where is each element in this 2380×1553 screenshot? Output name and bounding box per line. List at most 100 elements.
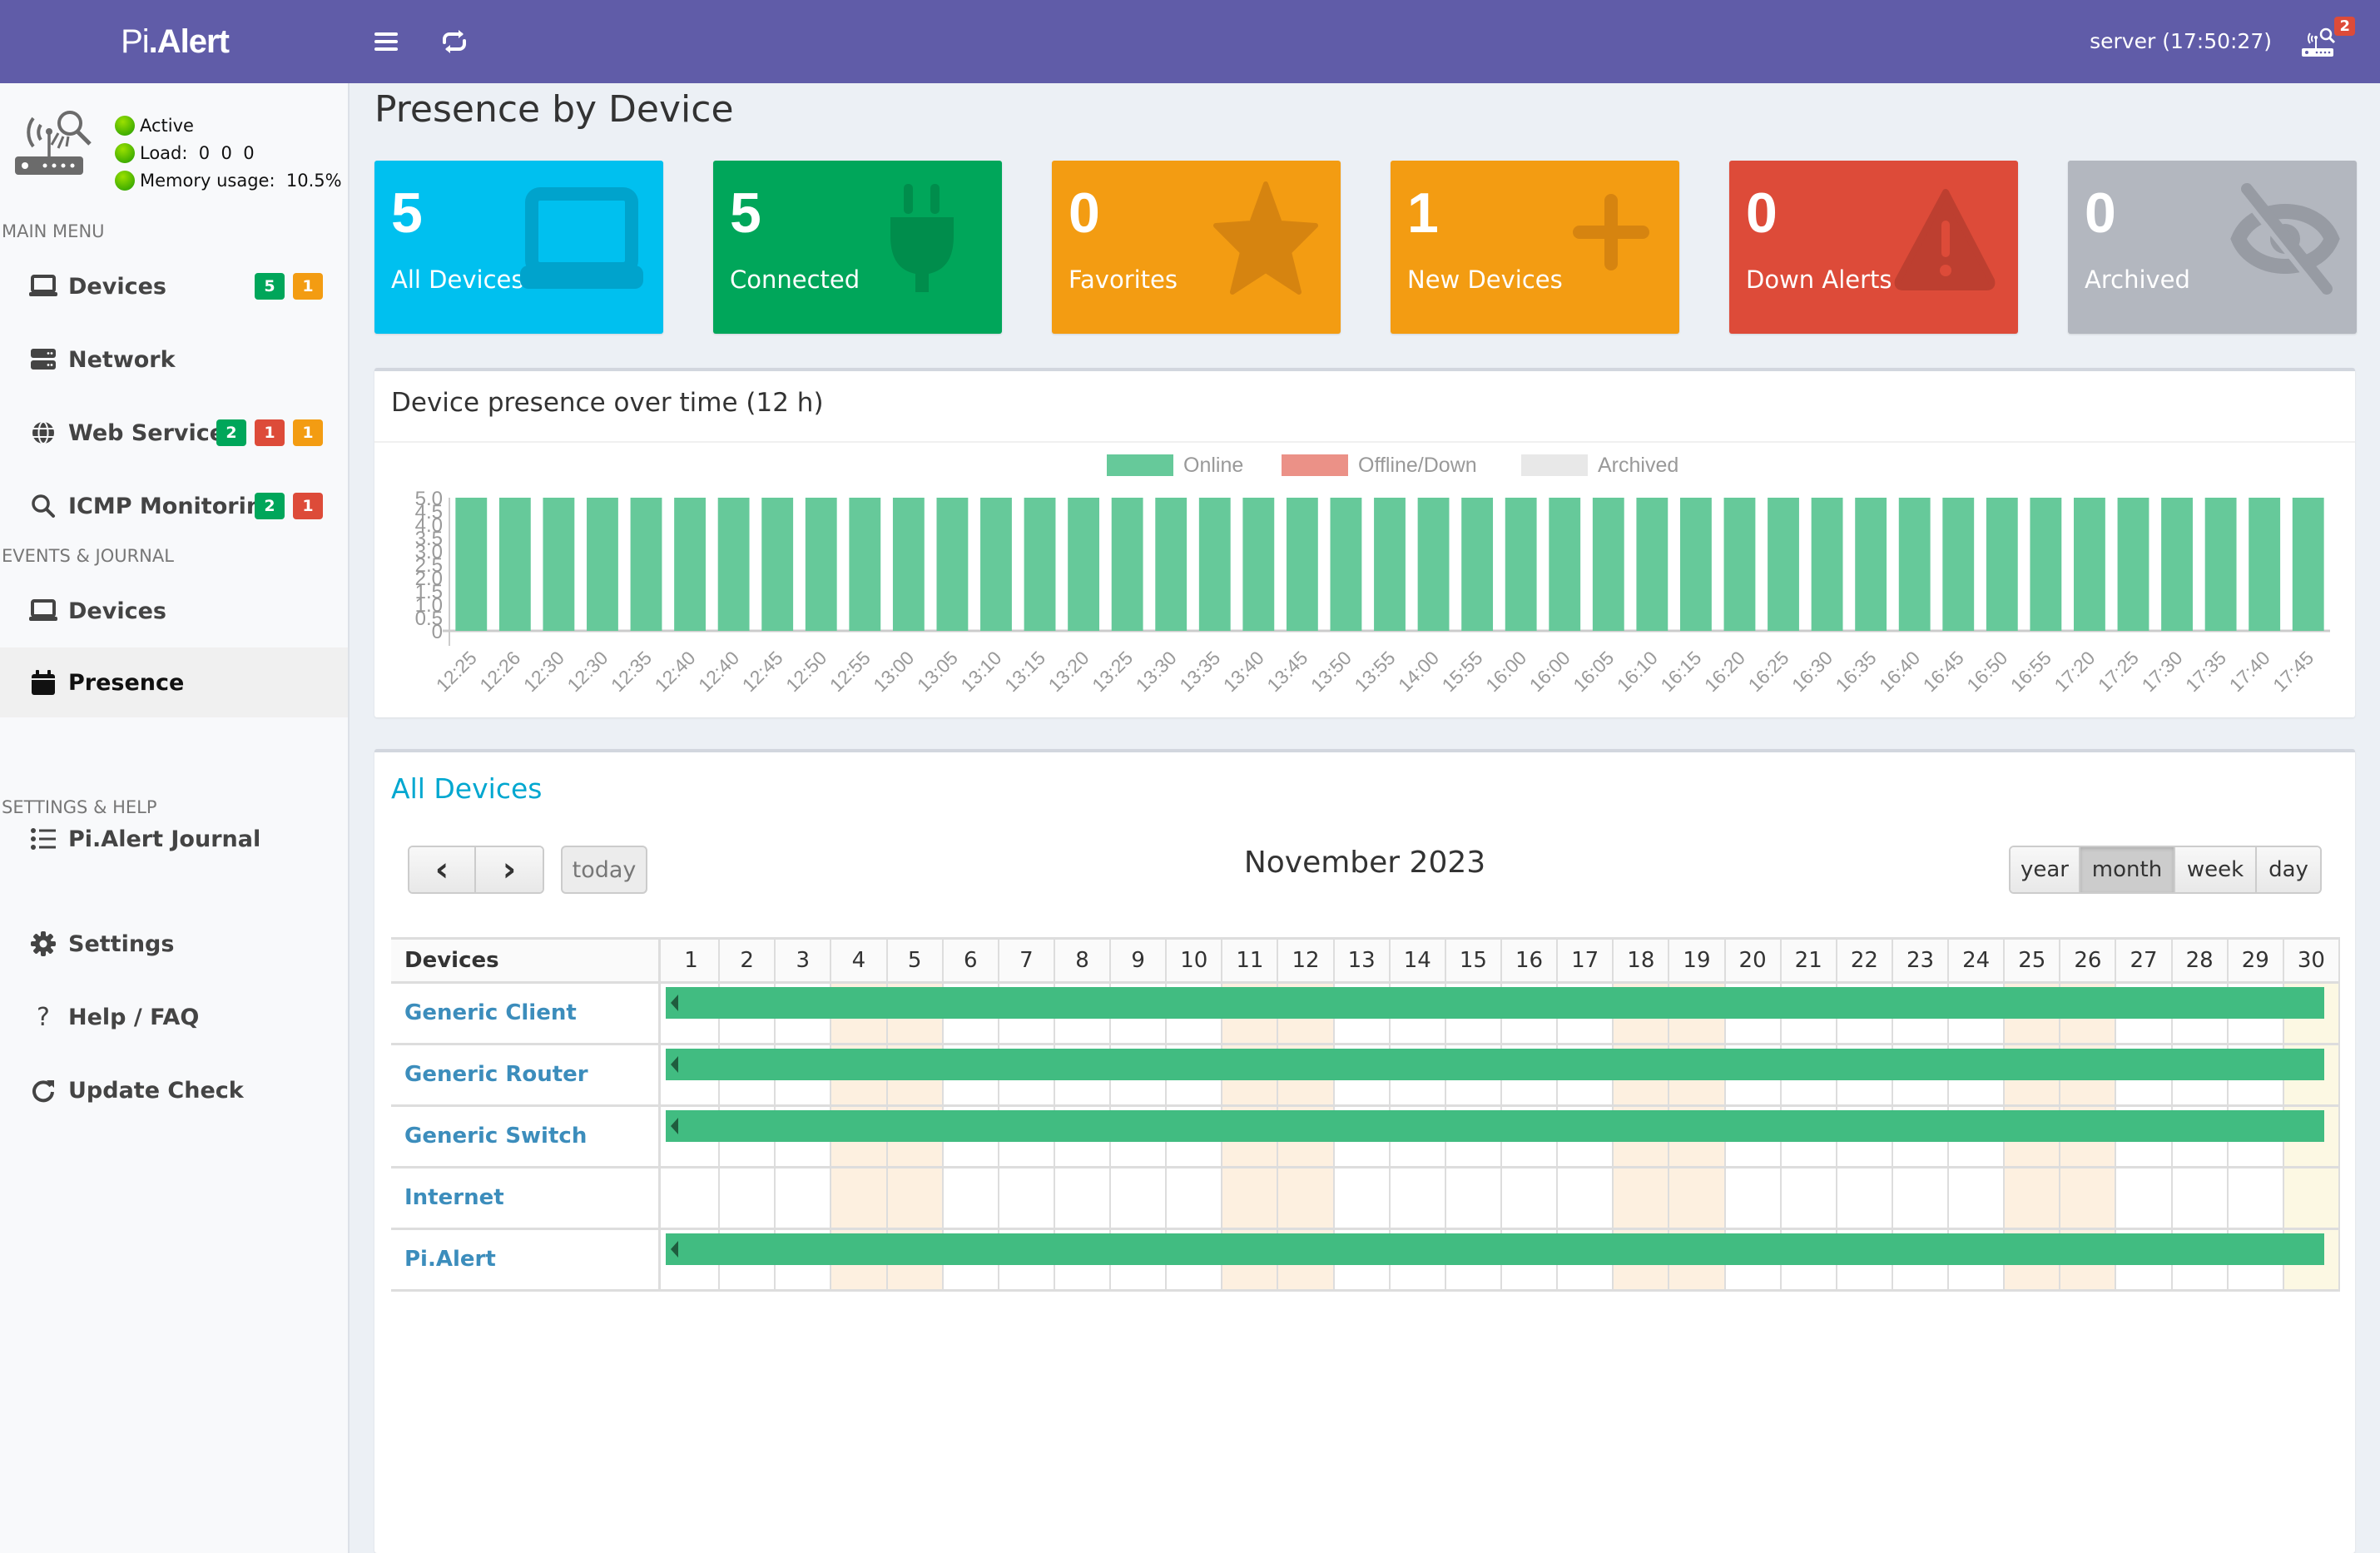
presence-bar[interactable] — [666, 987, 2325, 1019]
day-cell[interactable] — [1502, 1168, 1559, 1228]
day-cell[interactable] — [1893, 1168, 1950, 1228]
bar-online — [2117, 498, 2149, 631]
day-column-header: 20 — [1726, 940, 1782, 981]
bar-online — [1986, 498, 2018, 631]
bar-online — [2030, 498, 2062, 631]
bar-online — [587, 498, 618, 631]
bar-online — [892, 498, 925, 631]
day-column-header: 9 — [1111, 940, 1168, 981]
day-cell[interactable] — [2116, 1168, 2173, 1228]
x-tick-label: 13:30 — [1132, 647, 1181, 696]
sidebar-item-update-check[interactable]: Update Check — [0, 1055, 348, 1125]
x-tick-label: 12:35 — [607, 647, 656, 696]
day-column-header: 14 — [1391, 940, 1446, 981]
notifications-button[interactable]: 2 — [2300, 17, 2355, 65]
app-logo[interactable]: Pi .Alert — [0, 0, 350, 83]
presence-bar[interactable] — [666, 1049, 2325, 1080]
view-day-button[interactable]: day — [2257, 847, 2320, 892]
sidebar-item-icmp-monitoring[interactable]: ICMP Monitoring 2 1 — [0, 471, 348, 541]
day-cell[interactable] — [1726, 1168, 1782, 1228]
status-dot-icon — [115, 170, 135, 191]
day-cell[interactable] — [1222, 1168, 1279, 1228]
day-cell[interactable] — [1446, 1168, 1502, 1228]
day-cell[interactable] — [776, 1168, 832, 1228]
logo-bold: .Alert — [148, 22, 230, 60]
stat-favorites[interactable]: 0 Favorites — [1052, 161, 1341, 334]
sidebar-item-web-services[interactable]: Web Services 2 1 1 — [0, 398, 348, 468]
bar-online — [761, 498, 794, 631]
timeline-row: Generic Router — [391, 1045, 2340, 1107]
reload-button[interactable] — [434, 22, 474, 62]
laptop-icon — [28, 271, 58, 301]
sidebar-toggle-button[interactable] — [366, 22, 406, 62]
device-link[interactable]: Generic Client — [391, 984, 661, 1043]
stat-all-devices[interactable]: 5 All Devices — [374, 161, 663, 334]
stat-value: 0 — [2085, 181, 2116, 245]
day-cell[interactable] — [887, 1168, 944, 1228]
laptop-icon — [28, 596, 58, 626]
device-link[interactable]: Pi.Alert — [391, 1230, 661, 1289]
day-cell[interactable] — [720, 1168, 776, 1228]
stat-down-alerts[interactable]: 0 Down Alerts — [1729, 161, 2018, 334]
day-cell[interactable] — [1614, 1168, 1670, 1228]
badge-online: 5 — [255, 273, 285, 300]
day-cell[interactable] — [664, 1168, 721, 1228]
bar-online — [1855, 498, 1887, 631]
day-cell[interactable] — [944, 1168, 999, 1228]
day-cell[interactable] — [1391, 1168, 1446, 1228]
sidebar-item-presence[interactable]: Presence — [0, 647, 348, 717]
sidebar-item-events-devices[interactable]: Devices — [0, 576, 348, 646]
day-cell[interactable] — [831, 1168, 888, 1228]
devices-column-header: Devices — [391, 940, 661, 981]
x-tick-label: 13:20 — [1044, 647, 1093, 696]
device-link[interactable]: Generic Router — [391, 1045, 661, 1104]
day-cell[interactable] — [2005, 1168, 2061, 1228]
day-cell[interactable] — [1167, 1168, 1223, 1228]
stat-archived[interactable]: 0 Archived — [2068, 161, 2357, 334]
day-cell[interactable] — [1558, 1168, 1614, 1228]
device-link[interactable]: Generic Switch — [391, 1107, 661, 1166]
day-cell[interactable] — [1782, 1168, 1837, 1228]
day-cell[interactable] — [1837, 1168, 1893, 1228]
day-cell[interactable] — [1335, 1168, 1391, 1228]
device-link[interactable]: Internet — [391, 1168, 661, 1228]
view-month-button[interactable]: month — [2080, 847, 2175, 892]
day-cell[interactable] — [2173, 1168, 2229, 1228]
sidebar-item-network[interactable]: Network — [0, 325, 348, 394]
day-cell[interactable] — [999, 1168, 1055, 1228]
badge-warning: 1 — [293, 419, 323, 446]
bar-online — [498, 498, 531, 631]
stat-value: 5 — [391, 181, 423, 245]
stat-label: All Devices — [391, 265, 524, 294]
sidebar-item-help-faq[interactable]: ? Help / FAQ — [0, 982, 348, 1052]
stat-value: 0 — [1069, 181, 1100, 245]
day-cell[interactable] — [2229, 1168, 2284, 1228]
day-cell[interactable] — [2060, 1168, 2117, 1228]
presence-bar[interactable] — [666, 1233, 2325, 1265]
stat-new-devices[interactable]: 1 New Devices — [1391, 161, 1679, 334]
timeline-row: Generic Switch — [391, 1107, 2340, 1168]
day-column-header: 15 — [1446, 940, 1502, 981]
x-tick-label: 16:30 — [1787, 647, 1837, 696]
sidebar-item-settings[interactable]: Settings — [0, 909, 348, 979]
day-cell[interactable] — [2283, 1168, 2340, 1228]
router-scan-icon — [2302, 27, 2336, 57]
menu-header-settings: SETTINGS & HELP — [2, 797, 157, 817]
day-cell[interactable] — [1111, 1168, 1168, 1228]
view-year-button[interactable]: year — [2011, 847, 2080, 892]
day-cell[interactable] — [1669, 1168, 1726, 1228]
view-week-button[interactable]: week — [2175, 847, 2257, 892]
x-tick-label: 12:40 — [694, 647, 743, 696]
bar-online — [1505, 498, 1537, 631]
x-tick-label: 12:30 — [563, 647, 612, 696]
day-cell[interactable] — [1278, 1168, 1335, 1228]
day-cell[interactable] — [1949, 1168, 2006, 1228]
stat-connected[interactable]: 5 Connected — [713, 161, 1002, 334]
presence-bar[interactable] — [666, 1110, 2325, 1142]
sidebar-item-devices[interactable]: Devices 5 1 — [0, 251, 348, 321]
x-tick-label: 12:40 — [651, 647, 700, 696]
day-cell[interactable] — [1055, 1168, 1112, 1228]
x-tick-label: 13:10 — [956, 647, 1005, 696]
x-tick-label: 13:05 — [913, 647, 962, 696]
menu-header-main: MAIN MENU — [2, 221, 105, 241]
